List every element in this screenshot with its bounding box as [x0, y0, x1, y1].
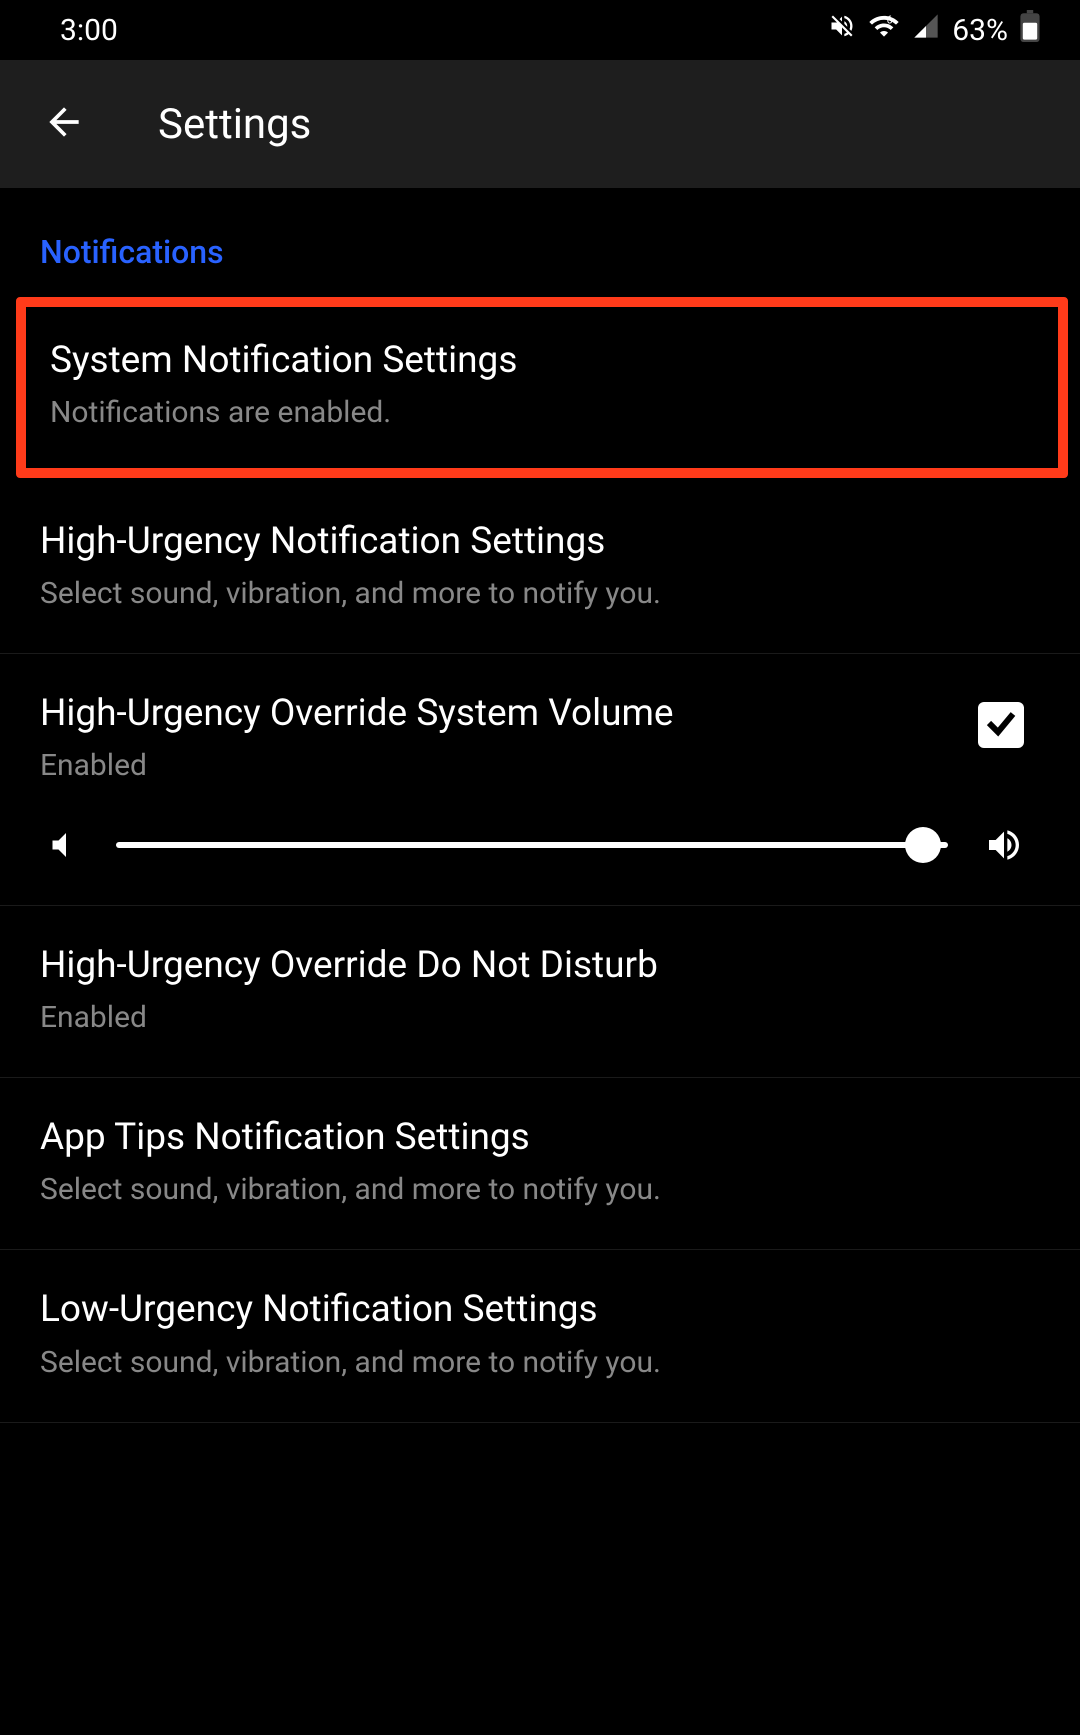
item-override-system-volume[interactable]: High-Urgency Override System Volume Enab… [0, 654, 1080, 906]
item-subtitle: Select sound, vibration, and more to not… [40, 574, 1040, 613]
checkmark-icon [983, 705, 1019, 745]
item-subtitle: Enabled [40, 746, 978, 785]
item-title: System Notification Settings [50, 337, 1034, 385]
item-system-notification-settings[interactable]: System Notification Settings Notificatio… [16, 297, 1068, 478]
back-button[interactable] [40, 100, 88, 148]
item-override-dnd[interactable]: High-Urgency Override Do Not Disturb Ena… [0, 906, 1080, 1078]
volume-high-icon [984, 825, 1024, 865]
page-title: Settings [158, 100, 311, 149]
vibrate-icon [828, 12, 856, 48]
item-subtitle: Select sound, vibration, and more to not… [40, 1170, 1040, 1209]
battery-percentage: 63% [952, 13, 1008, 48]
battery-icon [1020, 10, 1040, 50]
volume-slider[interactable] [116, 842, 948, 848]
item-high-urgency-notification-settings[interactable]: High-Urgency Notification Settings Selec… [0, 482, 1080, 654]
item-app-tips-notification-settings[interactable]: App Tips Notification Settings Select so… [0, 1078, 1080, 1250]
svg-text:6: 6 [887, 13, 893, 26]
status-bar: 3:00 6 63% [0, 0, 1080, 60]
item-title: App Tips Notification Settings [40, 1114, 1040, 1162]
section-header-notifications: Notifications [0, 188, 1080, 293]
slider-thumb[interactable] [905, 827, 941, 863]
volume-slider-row [40, 825, 1040, 865]
item-low-urgency-notification-settings[interactable]: Low-Urgency Notification Settings Select… [0, 1250, 1080, 1422]
item-subtitle: Notifications are enabled. [50, 393, 1034, 432]
settings-list: Notifications System Notification Settin… [0, 188, 1080, 1423]
volume-low-icon [40, 825, 80, 865]
item-subtitle: Select sound, vibration, and more to not… [40, 1343, 1040, 1382]
app-bar: Settings [0, 60, 1080, 188]
status-time: 3:00 [60, 13, 118, 48]
item-title: Low-Urgency Notification Settings [40, 1286, 1040, 1334]
arrow-left-icon [42, 100, 86, 148]
signal-icon [912, 12, 940, 48]
status-right: 6 63% [828, 10, 1040, 50]
item-title: High-Urgency Notification Settings [40, 518, 1040, 566]
wifi-icon: 6 [868, 10, 900, 50]
item-title: High-Urgency Override System Volume [40, 690, 978, 738]
item-subtitle: Enabled [40, 998, 1040, 1037]
override-volume-checkbox[interactable] [978, 702, 1024, 748]
item-title: High-Urgency Override Do Not Disturb [40, 942, 1040, 990]
